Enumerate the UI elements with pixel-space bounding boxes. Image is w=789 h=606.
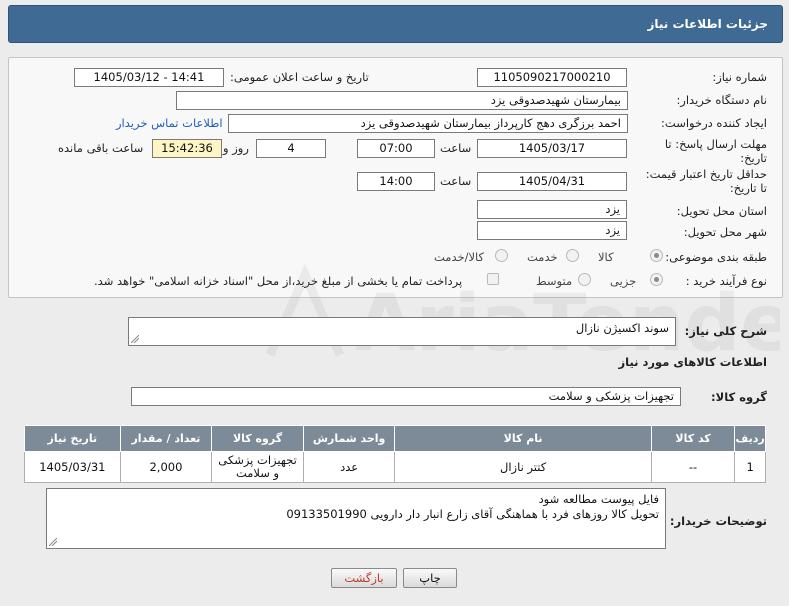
remaining-time-label: ساعت باقی مانده [58,141,144,155]
need-number-field: 1105090217000210 [477,68,627,87]
creator-field: احمد برزگری دهج کارپرداز بیمارستان شهیدص… [228,114,628,133]
province-label: استان محل تحویل: [676,204,767,218]
treasury-payment-checkbox[interactable] [487,273,499,285]
deadline-date-field: 1405/03/17 [477,139,627,158]
col-item-name: نام کالا [394,425,652,452]
print-button[interactable]: چاپ [403,568,457,588]
deadline-time-field: 07:00 [357,139,435,158]
page-title: جزئیات اطلاعات نیاز [8,5,783,43]
buyer-notes-line-2: تحویل کالا روزهای فرد با هماهنگی آقای زا… [286,507,659,521]
cell-item-name: کتتر نازال [394,451,652,483]
goods-table: ردیف کد کالا نام کالا واحد شمارش گروه کا… [24,425,766,483]
province-field: یزد [477,200,627,219]
remaining-days-label: روز و [223,141,249,155]
cell-item-code: -- [650,451,736,483]
buyer-notes-label: توضیحات خریدار: [669,514,767,528]
summary-textarea[interactable]: سوند اکسیژن نازال [128,317,676,346]
remaining-days-field: 4 [256,139,326,158]
col-quantity: تعداد / مقدار [119,425,213,452]
process-type-label: نوع فرآیند خرید : [685,274,767,288]
category-radio-service[interactable] [566,249,579,262]
summary-text: سوند اکسیژن نازال [575,321,669,335]
announce-datetime-field: 1405/03/12 - 14:41 [74,68,224,87]
deadline-time-label: ساعت [440,141,472,155]
col-row-number: ردیف [734,425,766,452]
goods-table-header: ردیف کد کالا نام کالا واحد شمارش گروه کا… [24,425,766,452]
cell-need-date: 1405/03/31 [24,451,121,483]
cell-item-group: تجهیزات پزشکی و سلامت [211,451,304,483]
summary-label: شرح کلی نیاز: [684,324,767,338]
goods-group-label: گروه کالا: [711,390,767,404]
back-button[interactable]: بازگشت [331,568,397,588]
city-field: یزد [477,221,627,240]
col-need-date: تاریخ نیاز [24,425,121,452]
price-validity-date-field: 1405/04/31 [477,172,627,191]
deadline-label: مهلت ارسال پاسخ: تا [664,137,767,151]
goods-group-field: تجهیزات پزشکی و سلامت [131,387,681,406]
process-radio-medium[interactable] [578,273,591,286]
deadline-date-label: تاریخ: [740,151,767,165]
cell-row-number: 1 [734,451,766,483]
category-radio-goods[interactable] [650,249,663,262]
cell-unit: عدد [302,451,396,483]
category-option-service: خدمت [527,250,558,264]
price-validity-time-field: 14:00 [357,172,435,191]
remaining-time-field: 15:42:36 [152,139,222,158]
goods-section-title: اطلاعات کالاهای مورد نیاز [618,355,767,369]
process-radio-minor[interactable] [650,273,663,286]
process-option-minor: جزیی [610,274,637,288]
cell-quantity: 2,000 [119,451,213,483]
category-label: طبقه بندی موضوعی: [665,250,767,264]
price-validity-time-label: ساعت [440,174,472,188]
resize-grip-icon[interactable] [131,335,139,343]
buyer-notes-textarea[interactable]: فایل پیوست مطالعه شود تحویل کالا روزهای … [46,488,666,549]
creator-label: ایجاد کننده درخواست: [661,116,767,130]
category-option-goods-service: کالا/خدمت [434,250,485,264]
buyer-contact-link[interactable]: اطلاعات تماس خریدار [116,116,223,130]
announce-datetime-label: تاریخ و ساعت اعلان عمومی: [230,70,369,84]
category-option-goods: کالا [598,250,614,264]
col-item-group: گروه کالا [211,425,304,452]
col-item-code: کد کالا [650,425,736,452]
process-option-medium: متوسط [536,274,573,288]
price-validity-date-label: تا تاریخ: [729,181,767,195]
buyer-org-field: بیمارستان شهیدصدوقی یزد [176,91,628,110]
need-number-label: شماره نیاز: [712,70,767,84]
resize-grip-icon[interactable] [49,538,57,546]
buyer-org-label: نام دستگاه خریدار: [676,93,767,107]
category-radio-goods-service[interactable] [495,249,508,262]
col-unit: واحد شمارش [302,425,396,452]
buyer-notes-line-1: فایل پیوست مطالعه شود [538,492,659,506]
price-validity-label: حداقل تاریخ اعتبار قیمت: [645,167,767,181]
city-label: شهر محل تحویل: [683,225,767,239]
treasury-payment-note: پرداخت تمام یا بخشی از مبلغ خرید،از محل … [94,274,463,288]
table-row: 1 -- کتتر نازال عدد تجهیزات پزشکی و سلام… [24,451,766,483]
